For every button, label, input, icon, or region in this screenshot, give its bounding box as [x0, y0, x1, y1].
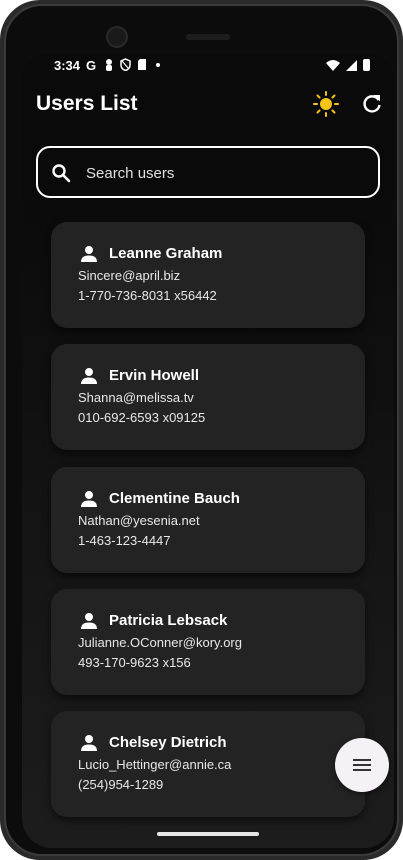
page-title: Users List [36, 92, 138, 115]
user-phone: (254)954-1289 [78, 777, 164, 792]
search-field[interactable] [36, 146, 380, 198]
status-time: 3:34 [54, 58, 81, 73]
cellular-icon [346, 59, 357, 71]
user-email: Shanna@melissa.tv [78, 390, 194, 405]
user-card[interactable]: Patricia Lebsack Julianne.OConner@kory.o… [51, 589, 365, 695]
app-screen: 3:34 G Users List Search users Leanne Gr… [22, 54, 394, 848]
user-phone: 493-170-9623 x156 [78, 655, 191, 670]
user-card[interactable]: Leanne Graham Sincere@april.biz 1-770-73… [51, 222, 365, 328]
user-name: Patricia Lebsack [109, 612, 228, 629]
user-email: Nathan@yesenia.net [78, 513, 200, 528]
refresh-icon[interactable] [360, 92, 384, 116]
system-icons [326, 59, 370, 71]
person-pin-icon [106, 59, 112, 71]
user-card[interactable]: Ervin Howell Shanna@melissa.tv 010-692-6… [51, 344, 365, 450]
person-icon [81, 613, 97, 629]
menu-icon [353, 759, 371, 771]
battery-icon [363, 59, 370, 71]
shield-icon [120, 58, 131, 71]
home-indicator[interactable] [157, 832, 259, 836]
dot-icon [156, 63, 160, 67]
app-bar: Users List [22, 80, 394, 128]
user-name: Ervin Howell [109, 367, 200, 384]
menu-fab[interactable] [335, 738, 389, 792]
user-email: Sincere@april.biz [78, 268, 181, 283]
person-icon [81, 735, 97, 751]
user-phone: 1-463-123-4447 [78, 533, 171, 548]
google-g-icon: G [86, 58, 96, 72]
user-phone: 1-770-736-8031 x56442 [78, 288, 217, 303]
front-camera [106, 26, 128, 48]
person-icon [81, 368, 97, 384]
notification-icons: G [86, 58, 163, 72]
person-icon [81, 491, 97, 507]
earpiece-speaker [186, 34, 230, 40]
sun-icon[interactable] [312, 90, 340, 118]
user-name: Clementine Bauch [109, 490, 240, 507]
user-card[interactable]: Clementine Bauch Nathan@yesenia.net 1-46… [51, 467, 365, 573]
sd-card-icon [138, 59, 146, 70]
status-bar: 3:34 G [22, 54, 394, 80]
svg-text:G: G [86, 58, 96, 72]
phone-bezel: 3:34 G Users List Search users Leanne Gr… [4, 4, 399, 856]
user-email: Lucio_Hettinger@annie.ca [78, 757, 232, 772]
user-phone: 010-692-6593 x09125 [78, 410, 206, 425]
user-name: Chelsey Dietrich [109, 734, 227, 751]
person-icon [81, 246, 97, 262]
user-email: Julianne.OConner@kory.org [78, 635, 242, 650]
user-card[interactable]: Chelsey Dietrich Lucio_Hettinger@annie.c… [51, 711, 365, 817]
wifi-icon [326, 59, 340, 71]
search-icon [52, 164, 71, 183]
phone-frame: 3:34 G Users List Search users Leanne Gr… [0, 0, 403, 860]
user-name: Leanne Graham [109, 245, 223, 262]
search-input[interactable] [86, 162, 366, 184]
